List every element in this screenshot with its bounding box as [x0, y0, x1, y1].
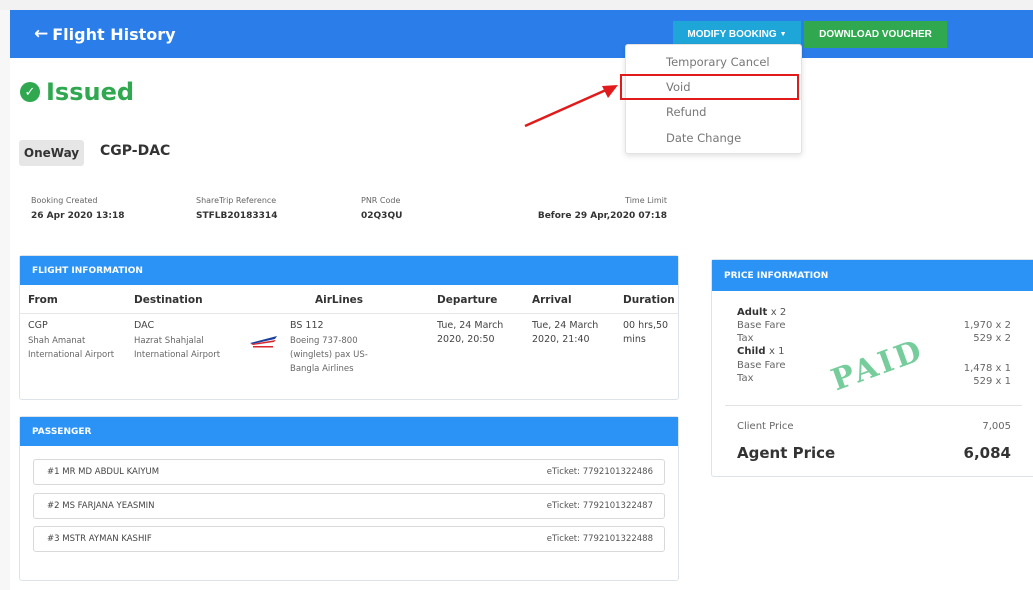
adult-base-fare-value: 1,970 x 2 [963, 320, 1011, 331]
booking-created-value: 26 Apr 2020 13:18 [31, 211, 125, 221]
route-title: CGP-DAC [100, 143, 171, 159]
aircraft-line2: (winglets) pax US- [290, 350, 368, 360]
table-divider [20, 313, 678, 314]
aircraft-line3: Bangla Airlines [290, 364, 354, 374]
menu-item-refund[interactable]: Refund [666, 105, 706, 119]
passenger-eticket: eTicket: 7792101322488 [546, 534, 653, 544]
column-header-arrival: Arrival [532, 294, 572, 306]
passenger-eticket: eTicket: 7792101322487 [546, 501, 653, 511]
pnr-code-label: PNR Code [361, 196, 401, 205]
client-price-label: Client Price [737, 421, 794, 432]
price-information-panel: PRICE INFORMATION Adult x 2 Base Fare 1,… [711, 259, 1033, 477]
back-to-flight-history-link[interactable]: ← Flight History [34, 24, 176, 44]
pnr-code-value: 02Q3QU [361, 211, 403, 221]
from-code: CGP [28, 320, 48, 331]
download-voucher-label: DOWNLOAD VOUCHER [819, 29, 932, 40]
child-fare-heading: Child x 1 [737, 346, 784, 357]
column-header-airlines: AirLines [315, 294, 364, 306]
departure-time: 2020, 20:50 [437, 334, 495, 345]
column-header-departure: Departure [437, 294, 498, 306]
price-information-heading: PRICE INFORMATION [712, 260, 1033, 291]
passenger-name: #3 MSTR AYMAN KASHIF [47, 534, 152, 544]
child-base-fare-value: 1,478 x 1 [963, 363, 1011, 374]
client-price-value: 7,005 [982, 421, 1011, 432]
status-text: Issued [46, 78, 135, 106]
column-header-destination: Destination [134, 294, 203, 306]
download-voucher-button[interactable]: DOWNLOAD VOUCHER [804, 21, 947, 48]
page-title: Flight History [52, 24, 176, 44]
modify-booking-label: MODIFY BOOKING [687, 29, 777, 40]
check-circle-icon: ✓ [20, 82, 40, 102]
booking-status: ✓ Issued [20, 78, 134, 106]
child-tax-label: Tax [737, 373, 754, 384]
left-gutter [0, 10, 10, 590]
menu-item-temporary-cancel[interactable]: Temporary Cancel [666, 55, 770, 69]
caret-down-icon: ▼ [779, 31, 787, 38]
adult-tax-label: Tax [737, 333, 754, 344]
passenger-heading: PASSENGER [20, 417, 678, 446]
passenger-row: #2 MS FARJANA YEASMIN eTicket: 779210132… [33, 493, 665, 519]
passenger-name: #2 MS FARJANA YEASMIN [47, 501, 155, 511]
passenger-row: #1 MR MD ABDUL KAIYUM eTicket: 779210132… [33, 459, 665, 485]
from-airport-line1: Shah Amanat [28, 336, 86, 346]
void-highlight-box [620, 74, 799, 100]
adult-label: Adult [737, 307, 768, 318]
adult-count: x 2 [770, 307, 787, 318]
agent-price-value: 6,084 [963, 444, 1011, 462]
column-header-from: From [28, 294, 58, 306]
destination-airport-line2: International Airport [134, 350, 221, 360]
price-divider [725, 405, 1022, 406]
paid-stamp: PAID [826, 332, 929, 399]
adult-tax-value: 529 x 2 [973, 333, 1011, 344]
passenger-eticket: eTicket: 7792101322486 [546, 467, 653, 477]
sharetrip-reference-value: STFLB20183314 [196, 211, 278, 221]
child-tax-value: 529 x 1 [973, 376, 1011, 387]
destination-airport-line1: Hazrat Shahjalal [134, 336, 204, 346]
passenger-row: #3 MSTR AYMAN KASHIF eTicket: 7792101322… [33, 526, 665, 552]
menu-item-date-change[interactable]: Date Change [666, 131, 741, 145]
column-header-duration: Duration [623, 294, 675, 306]
red-annotation-arrow-icon [524, 85, 618, 128]
time-limit-label: Time Limit [625, 196, 667, 205]
page: ← Flight History MODIFY BOOKING ▼ DOWNLO… [0, 0, 1033, 590]
sharetrip-reference-label: ShareTrip Reference [196, 196, 277, 205]
booking-created-label: Booking Created [31, 196, 98, 205]
us-bangla-logo-icon [250, 336, 277, 348]
agent-price-label: Agent Price [737, 444, 836, 462]
aircraft-line1: Boeing 737-800 [290, 336, 358, 346]
passenger-panel: PASSENGER #1 MR MD ABDUL KAIYUM eTicket:… [19, 416, 679, 581]
child-label: Child [737, 346, 766, 357]
adult-base-fare-label: Base Fare [737, 320, 786, 331]
child-base-fare-label: Base Fare [737, 360, 786, 371]
duration-line2: mins [623, 334, 646, 345]
passenger-name: #1 MR MD ABDUL KAIYUM [47, 467, 160, 477]
duration-line1: 00 hrs,50 [623, 320, 669, 331]
flight-number: BS 112 [290, 320, 324, 331]
arrival-time: 2020, 21:40 [532, 334, 590, 345]
time-limit-value: Before 29 Apr,2020 07:18 [537, 211, 667, 221]
from-airport-line2: International Airport [28, 350, 115, 360]
departure-date: Tue, 24 March [437, 320, 504, 331]
browser-top-strip [0, 0, 1033, 10]
adult-fare-heading: Adult x 2 [737, 307, 786, 318]
arrival-date: Tue, 24 March [532, 320, 599, 331]
flight-information-panel: FLIGHT INFORMATION From Destination AirL… [19, 255, 679, 400]
flight-information-heading: FLIGHT INFORMATION [20, 256, 678, 285]
child-count: x 1 [768, 346, 785, 357]
destination-code: DAC [134, 320, 155, 331]
arrow-left-icon: ← [34, 24, 49, 44]
trip-type-badge: OneWay [19, 140, 84, 166]
